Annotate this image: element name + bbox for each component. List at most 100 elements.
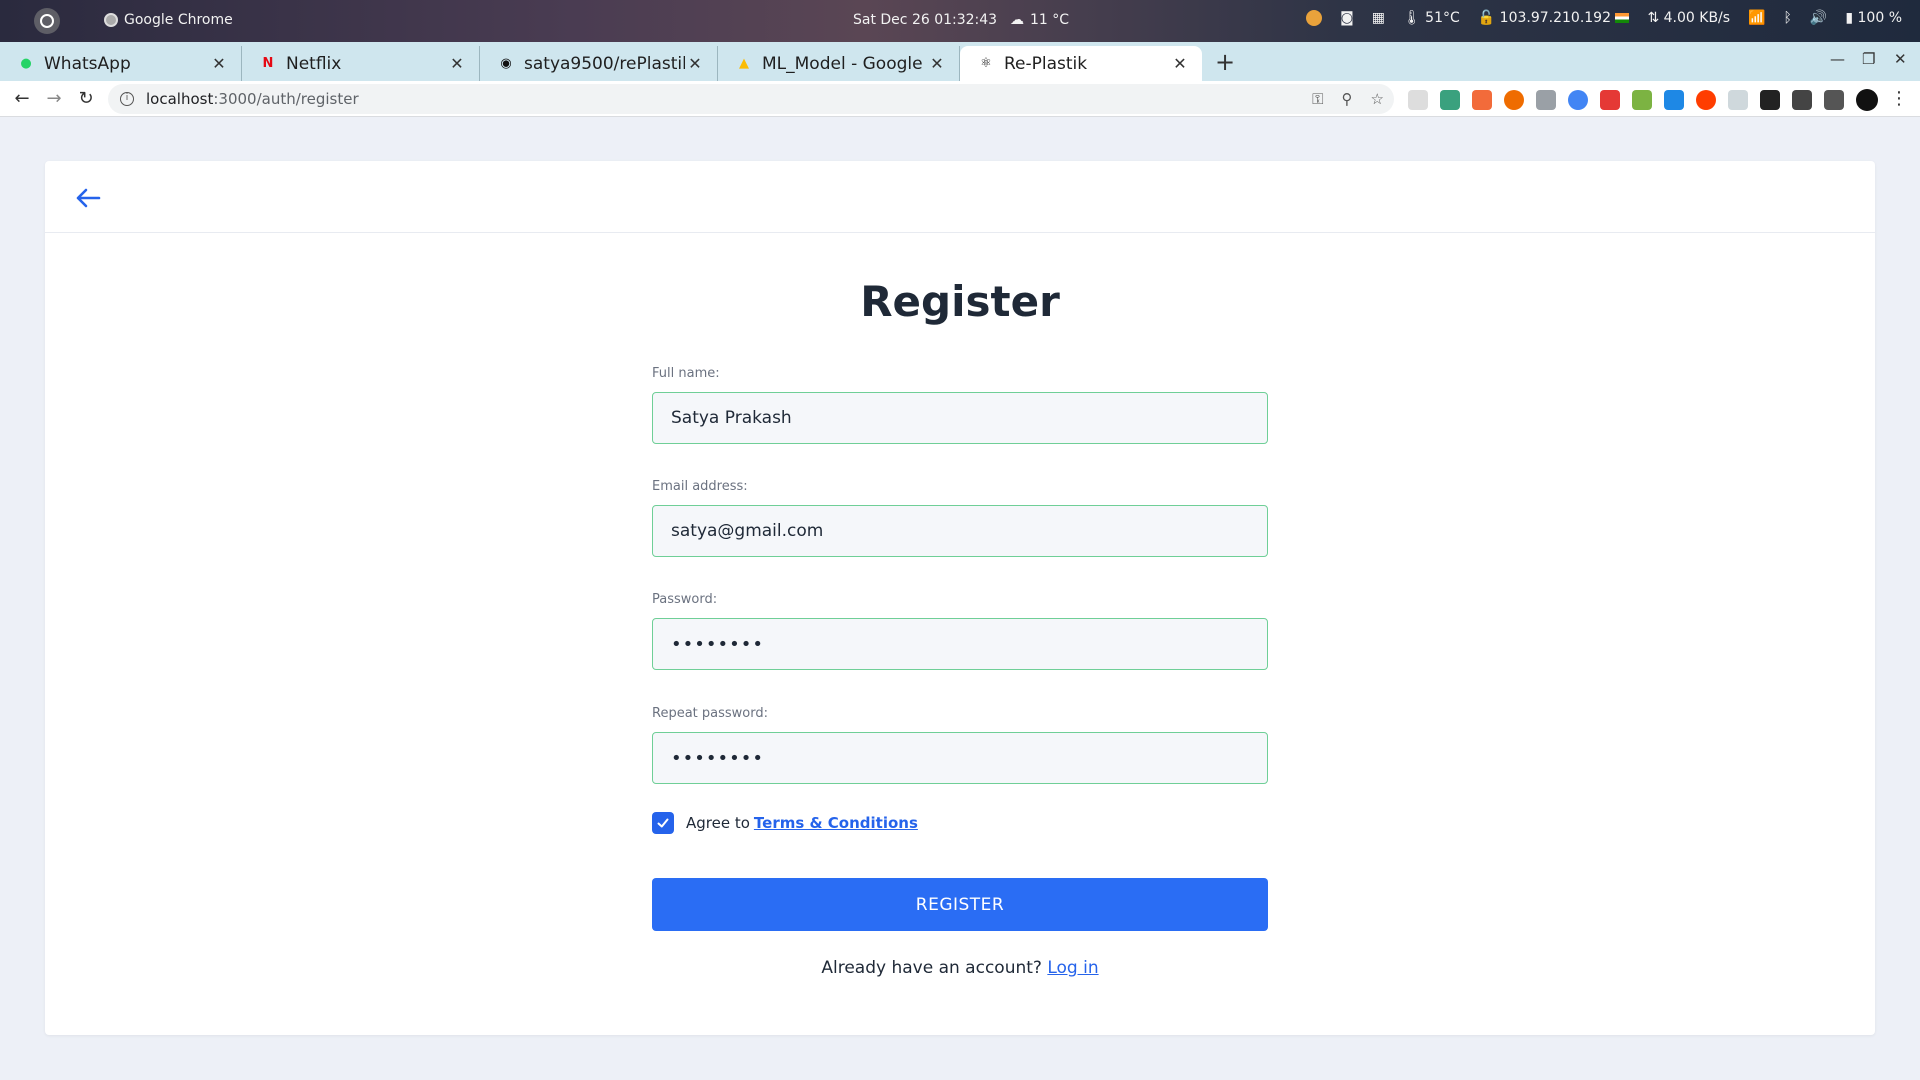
register-button[interactable]: REGISTER bbox=[652, 878, 1268, 931]
tab-title: WhatsApp bbox=[44, 53, 131, 74]
card-header bbox=[45, 161, 1875, 233]
weather-indicator[interactable]: ☁ 11 °C bbox=[1010, 12, 1069, 28]
tab-google-drive[interactable]: ▲ ML_Model - Google Dr ✕ bbox=[718, 46, 960, 81]
login-link[interactable]: Log in bbox=[1047, 958, 1098, 978]
extension-c-icon[interactable] bbox=[1408, 90, 1428, 110]
wifi-icon[interactable]: 📶 bbox=[1748, 10, 1765, 26]
chrome-tray-icon[interactable] bbox=[1306, 10, 1323, 26]
active-app-name: Google Chrome bbox=[124, 12, 233, 28]
agree-checkbox[interactable] bbox=[652, 812, 674, 834]
extension-zoom-icon[interactable] bbox=[1664, 90, 1684, 110]
weather-temp: 11 °C bbox=[1030, 12, 1070, 28]
grid-icon[interactable]: ▦ bbox=[1372, 10, 1385, 26]
terms-row: Agree to Terms & Conditions bbox=[652, 812, 918, 834]
cloud-icon: ☁ bbox=[1010, 12, 1024, 28]
new-tab-icon[interactable]: + bbox=[1215, 48, 1235, 76]
url-text[interactable]: localhost:3000/auth/register bbox=[146, 90, 359, 108]
volume-icon[interactable]: 🔊 bbox=[1810, 10, 1827, 26]
net-speed[interactable]: ⇅ 4.00 KB/s bbox=[1647, 10, 1730, 26]
password-input[interactable] bbox=[652, 618, 1268, 670]
tab-title: Netflix bbox=[286, 53, 342, 74]
extension-pocket-icon[interactable] bbox=[1536, 90, 1556, 110]
tab-re-plastik[interactable]: ⚛ Re-Plastik ✕ bbox=[960, 46, 1202, 81]
extension-beta-icon[interactable] bbox=[1440, 90, 1460, 110]
net-speed-value: 4.00 KB/s bbox=[1663, 10, 1731, 26]
agree-text: Agree to bbox=[686, 814, 750, 832]
repeat-password-group: Repeat password: bbox=[652, 706, 1268, 784]
reload-icon[interactable]: ↻ bbox=[74, 87, 98, 111]
zoom-icon[interactable]: ⚲ bbox=[1342, 90, 1353, 108]
bluetooth-icon[interactable]: ᛒ bbox=[1784, 10, 1792, 26]
active-app-indicator[interactable]: Google Chrome bbox=[104, 12, 233, 28]
battery-icon: ▮ bbox=[1845, 10, 1854, 26]
tab-title: ML_Model - Google Dr bbox=[762, 53, 927, 74]
profile-avatar[interactable] bbox=[1856, 89, 1878, 111]
cpu-temp[interactable]: 🌡 51°C bbox=[1403, 10, 1460, 26]
tab-whatsapp[interactable]: ● WhatsApp ✕ bbox=[0, 46, 242, 81]
full-name-group: Full name: bbox=[652, 366, 1268, 444]
extension-link-icon[interactable] bbox=[1728, 90, 1748, 110]
battery-indicator[interactable]: ▮ 100 % bbox=[1845, 10, 1902, 26]
repeat-password-label: Repeat password: bbox=[652, 706, 768, 721]
login-prompt: Already have an account? bbox=[821, 958, 1042, 978]
extension-opera-icon[interactable] bbox=[1696, 90, 1716, 110]
back-arrow-icon[interactable] bbox=[73, 183, 103, 213]
forward-nav-icon[interactable]: → bbox=[42, 87, 66, 111]
react-icon: ⚛ bbox=[980, 56, 992, 71]
site-info-icon[interactable]: i bbox=[120, 92, 134, 106]
login-prompt-row: Already have an account? Log in bbox=[45, 958, 1875, 978]
email-group: Email address: bbox=[652, 479, 1268, 557]
close-tab-icon[interactable]: ✕ bbox=[447, 54, 467, 73]
page-background: Register Full name: Email address: Passw… bbox=[0, 117, 1920, 1080]
address-bar[interactable]: i localhost:3000/auth/register ⚿ ⚲ ☆ bbox=[108, 84, 1394, 114]
extension-orange-icon[interactable] bbox=[1504, 90, 1524, 110]
minimize-icon[interactable]: — bbox=[1830, 50, 1845, 68]
repeat-password-input[interactable] bbox=[652, 732, 1268, 784]
close-window-icon[interactable]: ✕ bbox=[1894, 50, 1907, 68]
register-card: Register Full name: Email address: Passw… bbox=[45, 161, 1875, 1035]
system-clock[interactable]: Sat Dec 26 01:32:43 bbox=[853, 12, 997, 28]
close-tab-icon[interactable]: ✕ bbox=[927, 54, 947, 73]
flag-icon bbox=[1615, 13, 1630, 23]
tab-title: satya9500/rePlastik_f bbox=[524, 53, 685, 74]
extension-blue-icon[interactable] bbox=[1568, 90, 1588, 110]
full-name-label: Full name: bbox=[652, 366, 720, 381]
tab-github[interactable]: ◉ satya9500/rePlastik_f ✕ bbox=[480, 46, 718, 81]
key-icon[interactable]: ⚿ bbox=[1312, 90, 1323, 108]
full-name-input[interactable] bbox=[652, 392, 1268, 444]
media-control-icon[interactable] bbox=[1824, 90, 1844, 110]
lock-open-icon: 🔓 bbox=[1477, 10, 1496, 26]
close-tab-icon[interactable]: ✕ bbox=[685, 54, 705, 73]
ip-indicator[interactable]: 🔓 103.97.210.192 bbox=[1478, 10, 1630, 26]
checkmark-icon bbox=[657, 818, 669, 828]
close-tab-icon[interactable]: ✕ bbox=[209, 54, 229, 73]
close-tab-icon[interactable]: ✕ bbox=[1170, 54, 1190, 73]
back-nav-icon[interactable]: ← bbox=[10, 87, 34, 111]
url-host: localhost bbox=[146, 90, 214, 108]
screenshot-icon[interactable]: ◙ bbox=[1340, 10, 1354, 26]
github-icon: ◉ bbox=[500, 56, 512, 71]
restore-icon[interactable]: ❐ bbox=[1862, 50, 1875, 68]
page-title: Register bbox=[860, 277, 1060, 326]
terms-link[interactable]: Terms & Conditions bbox=[754, 814, 918, 832]
url-path: :3000/auth/register bbox=[213, 90, 359, 108]
bookmark-star-icon[interactable]: ☆ bbox=[1371, 90, 1384, 108]
system-tray: ◙ ▦ 🌡 51°C 🔓 103.97.210.192 ⇅ 4.00 KB/s … bbox=[1306, 10, 1902, 26]
extensions-puzzle-icon[interactable] bbox=[1792, 90, 1812, 110]
extension-arrow-icon[interactable] bbox=[1472, 90, 1492, 110]
password-label: Password: bbox=[652, 592, 718, 607]
chrome-small-icon bbox=[104, 13, 118, 27]
email-label: Email address: bbox=[652, 479, 748, 494]
tab-title: Re-Plastik bbox=[1004, 53, 1088, 74]
extension-green-icon[interactable] bbox=[1632, 90, 1652, 110]
browser-toolbar: ← → ↻ i localhost:3000/auth/register ⚿ ⚲… bbox=[0, 81, 1920, 117]
battery-value: 100 % bbox=[1857, 10, 1902, 26]
tab-netflix[interactable]: N Netflix ✕ bbox=[242, 46, 480, 81]
extensions-bar: ⋮ bbox=[1408, 89, 1908, 111]
extension-red-icon[interactable] bbox=[1600, 90, 1620, 110]
activities-icon[interactable] bbox=[34, 8, 60, 34]
whatsapp-icon: ● bbox=[20, 56, 32, 71]
chrome-menu-icon[interactable]: ⋮ bbox=[1890, 90, 1908, 110]
extension-notion-icon[interactable] bbox=[1760, 90, 1780, 110]
email-input[interactable] bbox=[652, 505, 1268, 557]
